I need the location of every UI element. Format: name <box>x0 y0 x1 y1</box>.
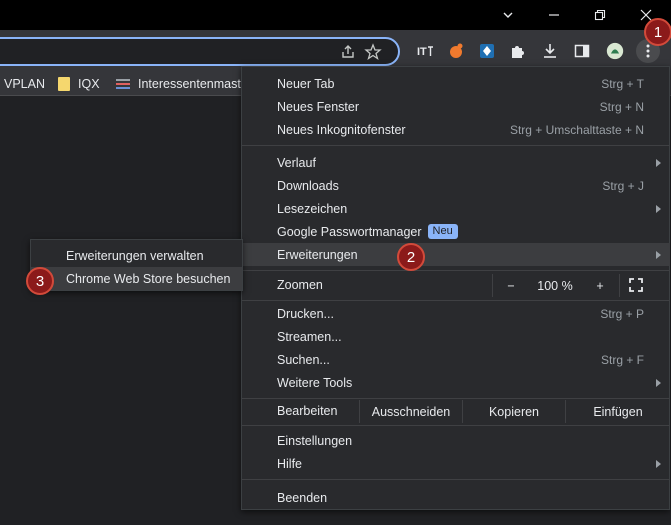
zoom-row: Zoomen − 100 % + <box>242 274 670 297</box>
bookmark-vplan[interactable]: VPLAN <box>4 76 45 92</box>
submenu-item-manage-extensions[interactable]: Erweiterungen verwalten <box>31 244 242 267</box>
menu-item-label: Einstellungen <box>277 433 353 448</box>
menu-divider <box>242 270 670 271</box>
zoom-out-button[interactable]: − <box>493 279 529 293</box>
menu-item-label: Hilfe <box>277 456 303 471</box>
menu-item-more-tools[interactable]: Weitere Tools <box>242 371 670 394</box>
folder-icon <box>58 77 70 91</box>
marker-number: 2 <box>406 248 416 266</box>
marker-number: 3 <box>35 272 45 290</box>
shortcut-text: Strg + Umschalttaste + N <box>509 122 644 137</box>
menu-item-help[interactable]: Hilfe <box>242 452 670 475</box>
menu-item-label: Erweiterungen <box>277 247 358 262</box>
bookmark-label: IQX <box>78 77 100 91</box>
list-icon <box>116 79 130 89</box>
edit-row: Bearbeiten Ausschneiden Kopieren Einfüge… <box>242 400 670 423</box>
menu-item-new-window[interactable]: Neues Fenster Strg + N <box>242 95 670 118</box>
paste-label: Einfügen <box>593 404 643 419</box>
menu-item-label: Neues Inkognitofenster <box>277 122 406 137</box>
menu-item-label: Lesezeichen <box>277 201 348 216</box>
restore-button[interactable] <box>577 0 623 30</box>
chrome-main-menu: Neuer Tab Strg + T Neues Fenster Strg + … <box>241 66 670 510</box>
submenu-item-label: Erweiterungen verwalten <box>66 248 204 263</box>
step-marker-3: 3 <box>26 267 54 295</box>
submenu-arrow-icon <box>656 204 661 213</box>
bookmark-label: Interessentenmaste <box>138 77 248 91</box>
cut-label: Ausschneiden <box>371 404 451 419</box>
edit-label: Bearbeiten <box>277 404 338 418</box>
menu-item-find[interactable]: Suchen... Strg + F <box>242 348 670 371</box>
menu-item-cast[interactable]: Streamen... <box>242 325 670 348</box>
submenu-arrow-icon <box>656 158 661 167</box>
menu-item-settings[interactable]: Einstellungen <box>242 429 670 452</box>
paste-button[interactable]: Einfügen <box>565 400 670 423</box>
submenu-item-web-store[interactable]: Chrome Web Store besuchen <box>31 267 242 290</box>
submenu-item-label: Chrome Web Store besuchen <box>66 271 231 286</box>
zoom-in-button[interactable]: + <box>581 279 619 293</box>
menu-item-label: Weitere Tools <box>277 375 353 390</box>
bookmark-interessentenmaster[interactable]: Interessentenmaste <box>116 76 248 92</box>
fullscreen-icon[interactable] <box>629 278 643 292</box>
menu-divider <box>242 145 670 146</box>
menu-item-label: Downloads <box>277 178 339 193</box>
shortcut-text: Strg + T <box>601 76 644 91</box>
profile-avatar-icon[interactable] <box>604 40 626 62</box>
minimize-button[interactable] <box>531 0 577 30</box>
menu-item-print[interactable]: Drucken... Strg + P <box>242 302 670 325</box>
menu-item-label: Suchen... <box>277 352 330 367</box>
shortcut-text: Strg + J <box>602 178 644 193</box>
menu-item-downloads[interactable]: Downloads Strg + J <box>242 174 670 197</box>
menu-divider <box>242 479 670 480</box>
copy-label: Kopieren <box>488 404 540 419</box>
step-marker-2: 2 <box>397 243 425 271</box>
marker-number: 1 <box>653 23 663 41</box>
blue-extension-icon[interactable] <box>476 40 498 62</box>
submenu-arrow-icon <box>656 459 661 468</box>
menu-item-label: Beenden <box>277 490 328 505</box>
extensions-puzzle-icon[interactable] <box>507 40 529 62</box>
menu-item-label: Neues Fenster <box>277 99 359 114</box>
menu-item-label: Neuer Tab <box>277 76 335 91</box>
menu-item-new-tab[interactable]: Neuer Tab Strg + T <box>242 72 670 95</box>
address-bar[interactable] <box>0 37 400 66</box>
translate-extension-icon[interactable]: IT <box>414 40 436 62</box>
shortcut-text: Strg + F <box>600 352 644 367</box>
menu-item-exit[interactable]: Beenden <box>242 486 670 509</box>
shortcut-text: Strg + N <box>599 99 644 114</box>
orange-extension-icon[interactable] <box>445 40 467 62</box>
cut-button[interactable]: Ausschneiden <box>359 400 462 423</box>
copy-button[interactable]: Kopieren <box>462 400 565 423</box>
menu-divider <box>242 300 670 301</box>
svg-text:IT: IT <box>417 46 427 58</box>
download-icon[interactable] <box>539 40 561 62</box>
bookmark-star-icon[interactable] <box>362 41 384 63</box>
step-marker-1: 1 <box>644 18 671 46</box>
new-badge: Neu <box>427 224 458 239</box>
submenu-arrow-icon <box>656 378 661 387</box>
share-icon[interactable] <box>337 41 359 63</box>
zoom-level: 100 % <box>537 278 573 293</box>
bookmark-label: VPLAN <box>4 77 45 91</box>
menu-item-incognito[interactable]: Neues Inkognitofenster Strg + Umschaltta… <box>242 118 670 141</box>
menu-item-password-manager[interactable]: Google Passwortmanager Neu <box>242 220 670 243</box>
menu-item-label: Verlauf <box>277 155 316 170</box>
bookmark-iqx[interactable]: IQX <box>58 76 100 92</box>
menu-item-label: Streamen... <box>277 329 342 344</box>
title-bar <box>0 0 671 30</box>
extensions-submenu: Erweiterungen verwalten Chrome Web Store… <box>30 239 243 291</box>
menu-item-history[interactable]: Verlauf <box>242 151 670 174</box>
zoom-control: − 100 % + <box>492 274 620 297</box>
menu-divider <box>242 425 670 426</box>
menu-item-extensions[interactable]: Erweiterungen <box>242 243 670 266</box>
zoom-label: Zoomen <box>277 278 323 292</box>
tab-search-chevron-icon[interactable] <box>485 0 531 30</box>
shortcut-text: Strg + P <box>600 306 644 321</box>
menu-divider <box>242 398 670 399</box>
side-panel-icon[interactable] <box>571 40 593 62</box>
submenu-arrow-icon <box>656 250 661 259</box>
menu-item-label: Drucken... <box>277 306 334 321</box>
menu-item-label: Google Passwortmanager <box>277 224 422 239</box>
menu-item-bookmarks[interactable]: Lesezeichen <box>242 197 670 220</box>
